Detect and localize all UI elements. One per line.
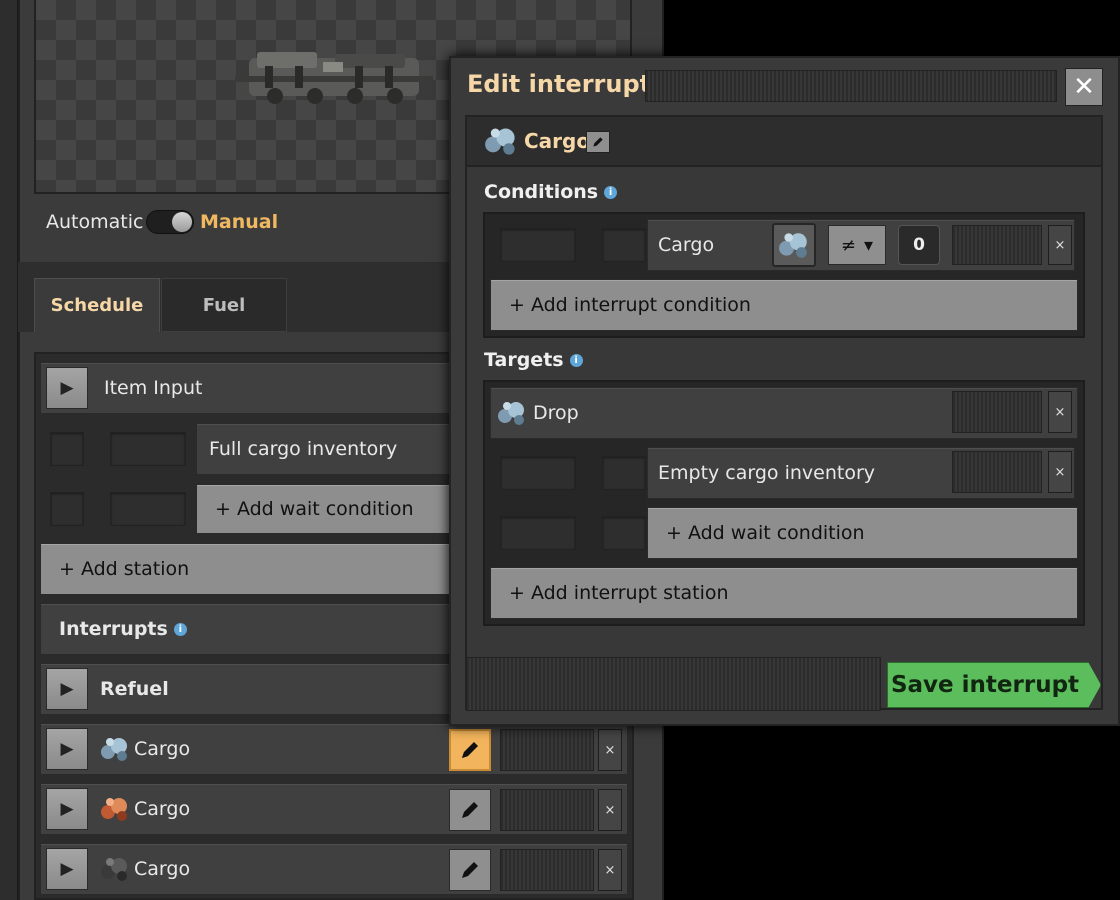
- pencil-icon: [593, 137, 603, 147]
- drag-handle[interactable]: [952, 451, 1042, 493]
- interrupt-name: Refuel: [100, 678, 169, 700]
- condition-slot: [500, 516, 576, 550]
- condition-slot: [50, 432, 84, 466]
- interrupt-play-button[interactable]: ▶: [46, 728, 88, 770]
- condition-value-input[interactable]: 0: [898, 225, 940, 265]
- operator-value: ≠: [840, 234, 857, 256]
- delete-condition-button[interactable]: ×: [1048, 225, 1072, 265]
- drag-handle[interactable]: [952, 391, 1042, 433]
- drag-handle[interactable]: [500, 729, 594, 771]
- add-station-button[interactable]: + Add station: [40, 543, 460, 595]
- play-icon: ▶: [60, 679, 74, 699]
- info-icon[interactable]: i: [173, 622, 187, 636]
- dialog-title: Edit interrupt: [467, 70, 652, 98]
- play-icon: ▶: [60, 859, 74, 879]
- delete-interrupt-button[interactable]: ×: [598, 789, 622, 831]
- iron-ore-icon: [485, 128, 515, 155]
- condition-slot: [110, 492, 186, 526]
- condition-slot: [602, 516, 646, 550]
- condition-label: Cargo: [658, 234, 715, 256]
- mode-toggle-switch[interactable]: [146, 210, 194, 234]
- drag-handle[interactable]: [952, 225, 1042, 265]
- edit-interrupt-button[interactable]: [449, 789, 491, 831]
- close-button[interactable]: ✕: [1065, 68, 1103, 106]
- edit-interrupt-button[interactable]: [449, 849, 491, 891]
- delete-interrupt-button[interactable]: ×: [598, 729, 622, 771]
- mode-automatic-label: Automatic: [46, 211, 144, 233]
- coal-icon: [101, 858, 127, 881]
- target-wait-condition-label: Empty cargo inventory: [658, 462, 876, 484]
- add-interrupt-station-button[interactable]: + Add interrupt station: [490, 567, 1078, 619]
- pencil-icon: [462, 742, 478, 758]
- dialog-drag-handle[interactable]: [645, 70, 1057, 102]
- chevron-down-icon: ▾: [864, 234, 874, 256]
- interrupt-name: Cargo: [134, 798, 191, 820]
- delete-interrupt-button[interactable]: ×: [598, 849, 622, 891]
- condition-slot: [50, 492, 84, 526]
- tab-schedule[interactable]: Schedule: [34, 278, 160, 332]
- condition-slot: [500, 228, 576, 262]
- info-icon[interactable]: i: [604, 186, 618, 199]
- interrupt-name: Cargo: [134, 858, 191, 880]
- delete-wait-condition-button[interactable]: ×: [1048, 451, 1072, 493]
- copper-ore-icon: [101, 798, 127, 821]
- interrupts-header: Interrupts i: [40, 603, 460, 655]
- delete-target-button[interactable]: ×: [1048, 391, 1072, 433]
- mode-manual-label: Manual: [200, 211, 279, 233]
- interrupts-label: Interrupts: [59, 618, 168, 640]
- wait-condition-row[interactable]: Full cargo inventory: [196, 423, 460, 475]
- condition-slot: [602, 228, 646, 262]
- tab-fuel[interactable]: Fuel: [161, 278, 287, 332]
- play-icon: ▶: [60, 799, 74, 819]
- iron-ore-icon: [498, 402, 524, 425]
- station-name: Item Input: [104, 377, 203, 399]
- pencil-icon: [462, 862, 478, 878]
- conditions-label: Conditions i: [484, 181, 618, 203]
- target-add-wait-condition-button[interactable]: + Add wait condition: [647, 507, 1078, 559]
- edit-interrupt-button[interactable]: [449, 729, 491, 771]
- interrupt-name: Cargo: [134, 738, 191, 760]
- interrupt-play-button[interactable]: ▶: [46, 848, 88, 890]
- condition-slot: [602, 456, 646, 490]
- add-wait-condition-button[interactable]: + Add wait condition: [196, 484, 460, 534]
- target-station-name: Drop: [533, 402, 579, 424]
- play-icon: ▶: [60, 739, 74, 759]
- toggle-knob: [172, 212, 192, 232]
- left-edge-strip: [0, 0, 18, 900]
- locomotive-image: [235, 52, 433, 104]
- interrupt-name-label: Cargo: [524, 129, 591, 153]
- conditions-label-text: Conditions: [484, 181, 599, 203]
- info-icon[interactable]: i: [569, 354, 583, 367]
- operator-dropdown[interactable]: ≠ ▾: [828, 225, 886, 265]
- iron-ore-icon: [779, 233, 807, 258]
- iron-ore-icon: [101, 738, 127, 761]
- condition-slot: [110, 432, 186, 466]
- wait-condition-label: Full cargo inventory: [209, 438, 398, 460]
- targets-label-text: Targets: [484, 349, 564, 371]
- play-icon: ▶: [60, 378, 74, 398]
- pencil-icon: [462, 802, 478, 818]
- interrupt-row-refuel[interactable]: ▶ Refuel: [40, 663, 460, 715]
- station-play-button[interactable]: ▶: [46, 367, 88, 409]
- condition-slot: [500, 456, 576, 490]
- drag-handle[interactable]: [500, 789, 594, 831]
- station-row[interactable]: ▶ Item Input: [40, 362, 460, 414]
- add-interrupt-condition-button[interactable]: + Add interrupt condition: [490, 279, 1078, 331]
- drag-handle[interactable]: [500, 849, 594, 891]
- targets-label: Targets i: [484, 349, 583, 371]
- close-icon: ✕: [1073, 72, 1095, 102]
- save-interrupt-button[interactable]: Save interrupt: [887, 662, 1101, 708]
- interrupt-play-button[interactable]: ▶: [46, 668, 88, 710]
- interrupt-play-button[interactable]: ▶: [46, 788, 88, 830]
- dialog-bottom-drag-handle[interactable]: [466, 657, 881, 711]
- rename-button[interactable]: [586, 131, 610, 153]
- condition-item-selector[interactable]: [772, 223, 816, 267]
